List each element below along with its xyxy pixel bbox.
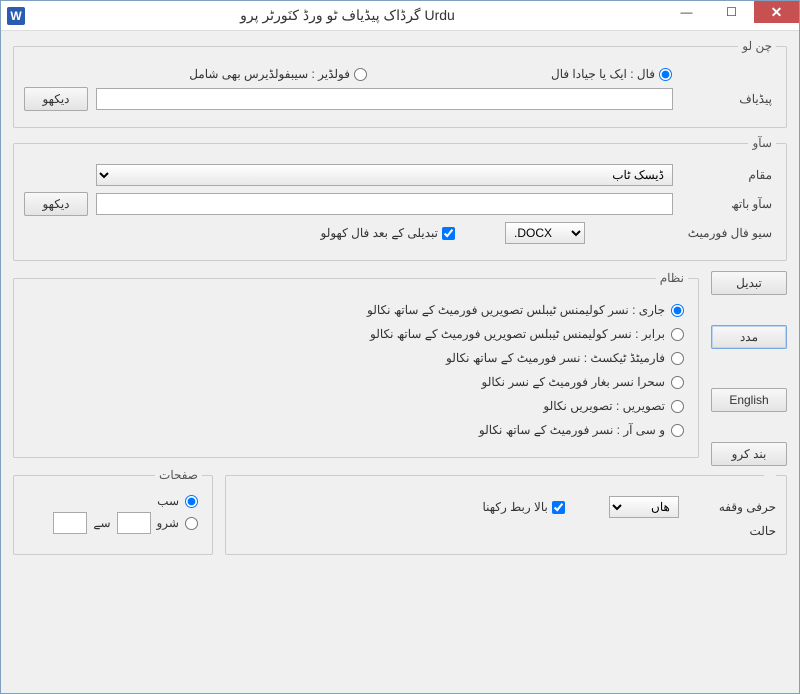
close-button[interactable]: بند کرو — [711, 442, 787, 466]
mode-row: نظام جاری : نسر کولیمنس ٹیبلس تصویریں فو… — [13, 269, 787, 466]
save-legend: سآو — [748, 136, 776, 150]
bottom-row: صفحات سب شرو سے - حرفی وقفه — [13, 466, 787, 563]
mode-opt3-label: فارمیٹڈ ٹیکسٹ : نسر فورمیٹ کے ساتھ نکالو — [446, 351, 665, 365]
load-section: چن لو فال : ایک یا جیادا فال فولڈیر : سی… — [13, 39, 787, 128]
save-section: سآو مقام ڈیسک ٹاب سآو باتھ دیکھو سیو فال… — [13, 136, 787, 261]
location-label: مقام — [681, 168, 776, 182]
app-icon: W — [7, 7, 25, 25]
hyperlink-text: بالا ربط رکھنا — [482, 500, 547, 514]
charspace-select[interactable]: هاں — [609, 496, 679, 518]
mode-opt5[interactable]: تصویریں : تصویریں نکالو — [24, 399, 688, 413]
titlebar: W گرڈاک پیڈیاف ٹو ورڈ کنَورٹر پرو Urdu —… — [1, 1, 799, 31]
window-title: گرڈاک پیڈیاف ٹو ورڈ کنَورٹر پرو Urdu — [31, 7, 664, 24]
charspace-label: حرفی وقفه — [719, 500, 776, 514]
mode-legend: نظام — [656, 271, 688, 285]
mode-opt2[interactable]: برابر : نسر کولیمنس ٹیبلس تصویریں فورمیٹ… — [24, 327, 688, 341]
browse-save-button[interactable]: دیکھو — [24, 192, 88, 216]
pages-legend: صفحات — [155, 468, 202, 482]
mode-opt3-radio[interactable] — [671, 352, 684, 365]
pages-all-radio[interactable] — [185, 495, 198, 508]
load-legend: چن لو — [738, 39, 776, 53]
pages-all-label: سب — [157, 494, 179, 508]
help-button[interactable]: مدد — [711, 325, 787, 349]
window-controls: — ☐ ✕ — [664, 1, 799, 30]
source-folder-label: فولڈیر : سیبفولڈیرس بھی شامل — [189, 67, 350, 81]
source-folder-radio-input[interactable] — [354, 68, 367, 81]
format-label: سیو فال فورمیٹ — [681, 226, 776, 240]
mode-opt4-label: سحرا نسر بغار فورمیٹ کے نسر نکالو — [482, 375, 665, 389]
mode-opt1-label: جاری : نسر کولیمنس ٹیبلس تصویریں فورمیٹ … — [367, 303, 665, 317]
titlebar-left: W — [1, 7, 31, 25]
close-window-button[interactable]: ✕ — [754, 1, 799, 23]
pdf-label: پیڈیاف — [681, 92, 776, 106]
pages-range[interactable]: شرو سے — [24, 512, 202, 534]
mode-opt4[interactable]: سحرا نسر بغار فورمیٹ کے نسر نکالو — [24, 375, 688, 389]
open-after-checkbox-label[interactable]: تبدیلی کے بعد فال کھولو — [321, 226, 460, 240]
location-select[interactable]: ڈیسک ٹاب — [96, 164, 673, 186]
pages-range-radio[interactable] — [185, 517, 198, 530]
mode-opt4-radio[interactable] — [671, 376, 684, 389]
pages-to-input[interactable] — [53, 512, 87, 534]
convert-button[interactable]: تبدیل — [711, 271, 787, 295]
source-file-label: فال : ایک یا جیادا فال — [551, 67, 655, 81]
save-path-input[interactable] — [96, 193, 673, 215]
pages-from-input[interactable] — [117, 512, 151, 534]
content-area: چن لو فال : ایک یا جیادا فال فولڈیر : سی… — [1, 31, 799, 569]
hyperlink-checkbox-label[interactable]: بالا ربط رکھنا — [482, 500, 568, 514]
pages-to-label: سے — [93, 516, 110, 530]
save-path-label: سآو باتھ — [681, 197, 776, 211]
hyperlink-checkbox[interactable] — [552, 501, 565, 514]
open-after-checkbox[interactable] — [442, 227, 455, 240]
pages-section: صفحات سب شرو سے — [13, 468, 213, 555]
misc-section: - حرفی وقفه هاں بالا ربط رکھنا حالت — [225, 468, 787, 555]
source-file-radio[interactable]: فال : ایک یا جیادا فال — [551, 67, 676, 81]
mode-opt2-label: برابر : نسر کولیمنس ٹیبلس تصویریں فورمیٹ… — [370, 327, 665, 341]
mode-opt2-radio[interactable] — [671, 328, 684, 341]
minimize-button[interactable]: — — [664, 1, 709, 23]
pages-from-label: شرو — [157, 516, 179, 530]
maximize-button[interactable]: ☐ — [709, 1, 754, 23]
source-folder-radio[interactable]: فولڈیر : سیبفولڈیرس بھی شامل — [189, 67, 371, 81]
mode-opt1-radio[interactable] — [671, 304, 684, 317]
side-buttons: تبدیل مدد English بند کرو — [711, 269, 787, 466]
pages-all[interactable]: سب — [24, 494, 202, 508]
app-window: W گرڈاک پیڈیاف ٹو ورڈ کنَورٹر پرو Urdu —… — [0, 0, 800, 694]
status-label: حالت — [749, 524, 776, 538]
language-button[interactable]: English — [711, 388, 787, 412]
pdf-path-input[interactable] — [96, 88, 673, 110]
browse-pdf-button[interactable]: دیکھو — [24, 87, 88, 111]
mode-opt5-label: تصویریں : تصویریں نکالو — [543, 399, 665, 413]
mode-opt6[interactable]: و سی آر : نسر فورمیٹ کے ساتھ نکالو — [24, 423, 688, 437]
mode-opt3[interactable]: فارمیٹڈ ٹیکسٹ : نسر فورمیٹ کے ساتھ نکالو — [24, 351, 688, 365]
format-select[interactable]: .DOCX — [505, 222, 585, 244]
mode-section: نظام جاری : نسر کولیمنس ٹیبلس تصویریں فو… — [13, 271, 699, 458]
mode-opt6-radio[interactable] — [671, 424, 684, 437]
mode-opt1[interactable]: جاری : نسر کولیمنس ٹیبلس تصویریں فورمیٹ … — [24, 303, 688, 317]
open-after-text: تبدیلی کے بعد فال کھولو — [321, 226, 439, 240]
source-file-radio-input[interactable] — [659, 68, 672, 81]
mode-opt5-radio[interactable] — [671, 400, 684, 413]
mode-opt6-label: و سی آر : نسر فورمیٹ کے ساتھ نکالو — [479, 423, 665, 437]
